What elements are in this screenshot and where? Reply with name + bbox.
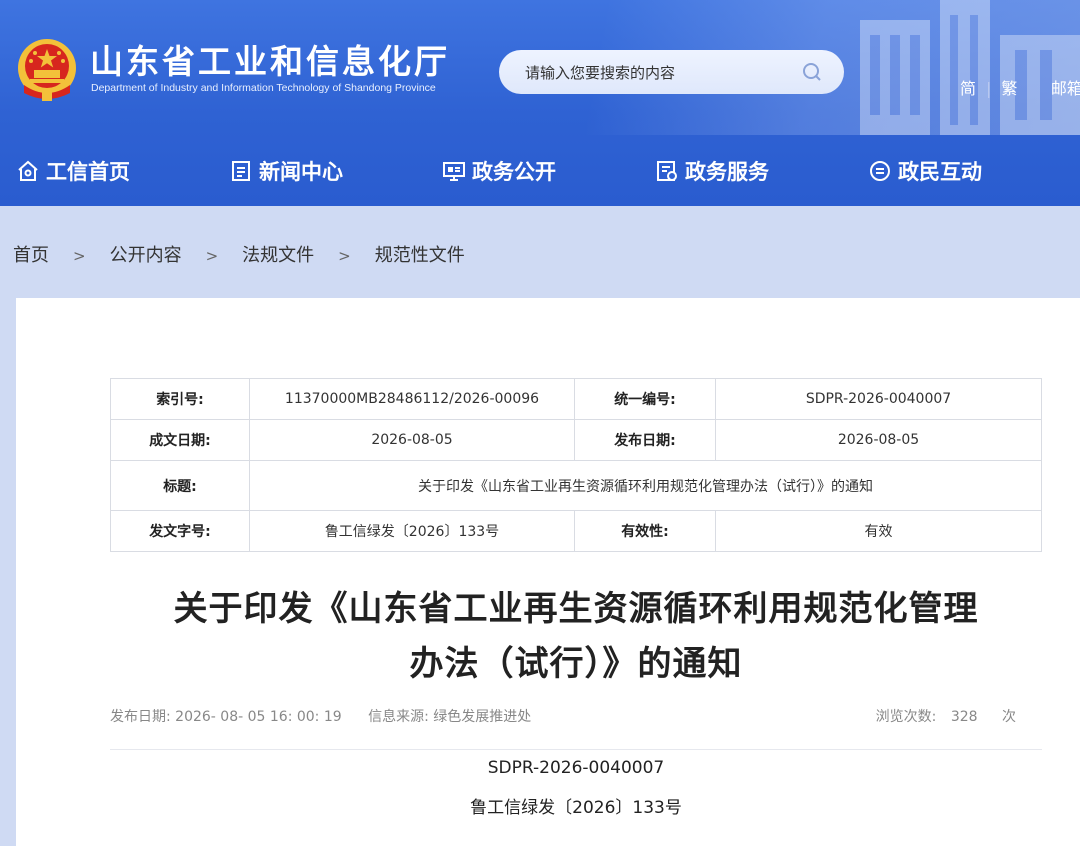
nav-item-home[interactable]: 工信首页 — [16, 156, 130, 186]
index-value: 11370000MB28486112/2026-00096 — [249, 378, 575, 420]
nav-item-gov-services[interactable]: 政务服务 — [655, 156, 769, 186]
nav-item-label: 政务服务 — [685, 160, 769, 184]
chat-icon — [870, 161, 890, 181]
nav-item-label: 工信首页 — [46, 160, 130, 184]
site-title: 山东省工业和信息化厅 — [90, 42, 450, 81]
breadcrumb-public-content[interactable]: 公开内容 — [110, 241, 182, 267]
site-subtitle: Department of Industry and Information T… — [91, 82, 436, 94]
index-label: 索引号: — [110, 378, 250, 420]
code-value: SDPR-2026-0040007 — [715, 378, 1042, 420]
article-info: 发布日期: 2026- 08- 05 16: 00: 19 信息来源: 绿色发展… — [110, 706, 531, 726]
article-title-line: 关于印发《山东省工业再生资源循环利用规范化管理 — [173, 589, 979, 629]
home-icon — [18, 160, 38, 181]
breadcrumb: 首页 > 公开内容 > 法规文件 > 规范性文件 — [13, 241, 465, 267]
main-nav: 工信首页 新闻中心 政务公开 政务服务 政民互动 — [0, 146, 1080, 196]
nav-item-label: 政务公开 — [472, 160, 556, 184]
article-title-line: 办法（试行）》的通知 — [409, 644, 743, 684]
date-label: 成文日期: — [110, 419, 250, 461]
validity-value: 有效 — [715, 510, 1042, 552]
table-row: 索引号: 11370000MB28486112/2026-00096 统一编号:… — [110, 378, 1042, 420]
divider — [110, 749, 1042, 750]
info-source: 信息来源: 绿色发展推进处 — [368, 709, 532, 725]
traditional-chinese-link[interactable]: 繁 — [1001, 75, 1017, 99]
views-unit: 次 — [1002, 709, 1016, 725]
date-value: 2026-08-05 — [249, 419, 575, 461]
search-icon[interactable] — [802, 62, 822, 82]
validity-label: 有效性: — [574, 510, 716, 552]
pub-date-value: 2026-08-05 — [715, 419, 1042, 461]
title-label: 标题: — [110, 460, 250, 511]
views-number: 328 — [950, 709, 978, 725]
publish-date: 发布日期: 2026- 08- 05 16: 00: 19 — [110, 709, 342, 725]
document-number: 鲁工信绿发〔2026〕133号 — [470, 798, 682, 818]
link-separator: | — [986, 79, 992, 98]
mailbox-link[interactable]: 邮箱 — [1051, 75, 1080, 99]
search-input[interactable] — [523, 58, 787, 88]
document-meta-table: 索引号: 11370000MB28486112/2026-00096 统一编号:… — [110, 378, 1042, 552]
building-decoration-icon — [860, 0, 1080, 135]
title-value: 关于印发《山东省工业再生资源循环利用规范化管理办法（试行）》的通知 — [249, 460, 1042, 511]
breadcrumb-separator: > — [73, 247, 86, 265]
document-icon — [232, 161, 250, 181]
document-code: SDPR-2026-0040007 — [487, 758, 665, 778]
nav-item-interaction[interactable]: 政民互动 — [868, 156, 982, 186]
service-icon — [657, 161, 677, 181]
breadcrumb-regulations[interactable]: 法规文件 — [242, 241, 314, 267]
table-row: 成文日期: 2026-08-05 发布日期: 2026-08-05 — [110, 419, 1042, 461]
table-row: 发文字号: 鲁工信绿发〔2026〕133号 有效性: 有效 — [110, 510, 1042, 552]
site-header: 山东省工业和信息化厅 Department of Industry and In… — [0, 0, 1080, 206]
national-emblem-icon — [18, 39, 76, 101]
search-box — [499, 50, 844, 94]
breadcrumb-home[interactable]: 首页 — [13, 241, 49, 267]
simplified-chinese-link[interactable]: 简 — [960, 75, 976, 99]
breadcrumb-normative-docs[interactable]: 规范性文件 — [375, 241, 465, 267]
nav-item-gov-affairs[interactable]: 政务公开 — [442, 156, 556, 186]
code-label: 统一编号: — [574, 378, 716, 420]
nav-item-news[interactable]: 新闻中心 — [229, 156, 343, 186]
doc-number-label: 发文字号: — [110, 510, 250, 552]
article-title: 关于印发《山东省工业再生资源循环利用规范化管理 办法（试行）》的通知 — [110, 582, 1042, 692]
nav-item-label: 政民互动 — [898, 160, 982, 184]
nav-item-label: 新闻中心 — [259, 160, 343, 184]
breadcrumb-separator: > — [338, 247, 351, 265]
monitor-icon — [443, 162, 465, 181]
top-links: 简|繁|邮箱 — [960, 75, 1080, 99]
pub-date-label: 发布日期: — [574, 419, 716, 461]
breadcrumb-separator: > — [205, 247, 219, 265]
views-label: 浏览次数: — [875, 709, 937, 725]
table-row: 标题: 关于印发《山东省工业再生资源循环利用规范化管理办法（试行）》的通知 — [110, 460, 1042, 511]
doc-number-value: 鲁工信绿发〔2026〕133号 — [249, 510, 575, 552]
view-count: 浏览次数: 328 次 — [876, 706, 1016, 726]
